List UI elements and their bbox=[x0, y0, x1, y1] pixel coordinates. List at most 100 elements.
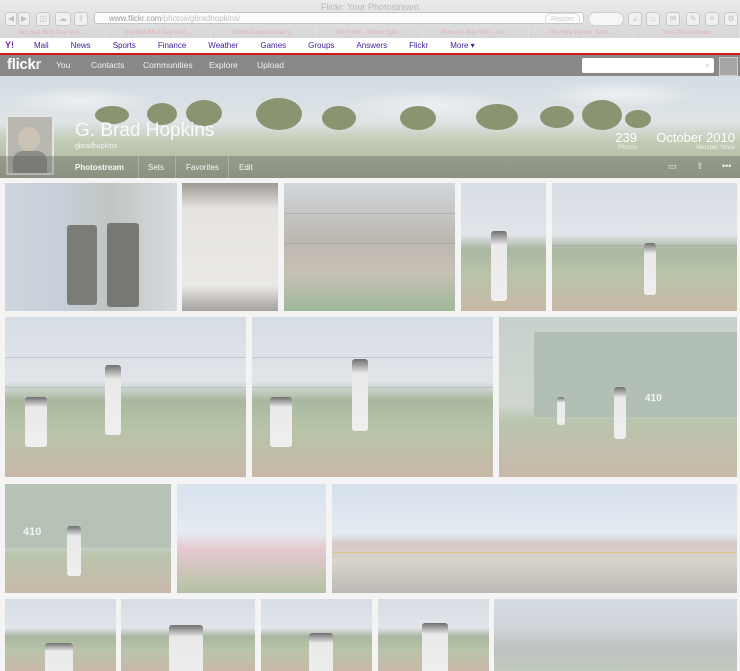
flickr-logo[interactable]: flickr bbox=[7, 56, 41, 73]
browser-search-field[interactable] bbox=[588, 12, 624, 26]
flickr-search-input[interactable]: ⌕ bbox=[582, 58, 714, 73]
cover-tree bbox=[476, 104, 518, 130]
tab-favorites[interactable]: Favorites bbox=[186, 163, 219, 172]
yahoo-nav-games[interactable]: Games bbox=[260, 41, 286, 50]
address-bar[interactable]: www.flickr.com/photos/gbradhopkins/ Read… bbox=[94, 12, 584, 27]
cover-tree bbox=[256, 98, 302, 130]
tab-sets[interactable]: Sets bbox=[148, 163, 164, 172]
divider bbox=[175, 156, 176, 178]
nav-you[interactable]: You bbox=[56, 60, 70, 70]
yahoo-nav-groups[interactable]: Groups bbox=[308, 41, 334, 50]
orchard-photo[interactable] bbox=[177, 484, 326, 593]
more-icon[interactable]: ••• bbox=[722, 161, 731, 171]
yahoo-nav-more[interactable]: More ▾ bbox=[450, 41, 474, 50]
yahoo-nav-finance[interactable]: Finance bbox=[158, 41, 186, 50]
cover-tree bbox=[582, 100, 622, 130]
player-figure bbox=[105, 365, 121, 435]
bookmarks-icon[interactable]: ◫ bbox=[36, 12, 50, 26]
player-portrait-1[interactable] bbox=[5, 599, 116, 671]
tab[interactable]: Big Bad BBQ Day at N… bbox=[106, 28, 212, 38]
tab-active[interactable]: Your Photostream bbox=[634, 28, 740, 38]
pitcher-field-photo[interactable] bbox=[552, 183, 737, 311]
nav-communities[interactable]: Communities bbox=[143, 60, 193, 70]
tab[interactable]: Big Bad BBQ Day at N… bbox=[0, 28, 106, 38]
cloud-icon[interactable]: ☁ bbox=[55, 12, 71, 26]
flickr-logo-r: r bbox=[35, 56, 42, 73]
cover-tree bbox=[322, 106, 356, 130]
search-icon[interactable]: ⌕ bbox=[705, 60, 710, 71]
reader-button[interactable]: Reader bbox=[545, 13, 580, 27]
tab[interactable]: Set Flickr - Yahoo! Spo… bbox=[317, 28, 423, 38]
dugout-players-photo[interactable] bbox=[284, 183, 455, 311]
yahoo-nav-items: Mail News Sports Finance Weather Games G… bbox=[34, 41, 497, 50]
yahoo-nav-news[interactable]: News bbox=[71, 41, 91, 50]
forward-icon[interactable]: ▶ bbox=[18, 12, 30, 26]
photos-stat: 239 Photos bbox=[600, 130, 637, 152]
player-figure bbox=[352, 359, 368, 431]
yahoo-nav-bar: Y! Mail News Sports Finance Weather Game… bbox=[0, 38, 740, 55]
photos-count: 239 bbox=[615, 130, 637, 145]
slideshow-icon[interactable]: ▭ bbox=[668, 161, 677, 172]
tab-edit[interactable]: Edit bbox=[239, 163, 253, 172]
player-figure bbox=[557, 397, 565, 425]
nav-contacts[interactable]: Contacts bbox=[91, 60, 125, 70]
yahoo-nav-weather[interactable]: Weather bbox=[208, 41, 238, 50]
yahoo-nav-mail[interactable]: Mail bbox=[34, 41, 49, 50]
player-figure bbox=[491, 231, 507, 301]
outfield-wall bbox=[5, 484, 171, 548]
two-men-office-photo[interactable] bbox=[5, 183, 177, 311]
member-since-stat: October 2010 Member Since bbox=[640, 131, 735, 152]
player-figure bbox=[614, 387, 626, 439]
window-title: Flickr: Your Photostream bbox=[320, 2, 420, 12]
profile-name: G. Brad Hopkins bbox=[75, 120, 215, 141]
cover-tree bbox=[400, 106, 436, 130]
fielder-410-photo[interactable]: 410 bbox=[5, 484, 171, 593]
divider bbox=[228, 156, 229, 178]
home-icon[interactable]: ⌂ bbox=[646, 12, 660, 26]
nav-upload[interactable]: Upload bbox=[257, 60, 284, 70]
layers-icon[interactable]: ≡ bbox=[705, 12, 719, 26]
nav-explore[interactable]: Explore bbox=[209, 60, 238, 70]
fence-line bbox=[252, 387, 493, 388]
batter-catcher-photo-2[interactable] bbox=[252, 317, 493, 477]
person-figure bbox=[107, 223, 139, 307]
tab[interactable]: Sobre Cuatro Letras |… bbox=[211, 28, 318, 38]
player-portrait-2[interactable] bbox=[121, 599, 255, 671]
gear-icon[interactable]: ⚙ bbox=[724, 12, 738, 26]
player-portrait-4[interactable] bbox=[378, 599, 489, 671]
tools-icon[interactable]: ✎ bbox=[686, 12, 700, 26]
tab-bar: Big Bad BBQ Day at N… Big Bad BBQ Day at… bbox=[0, 28, 740, 38]
pitcher-closeup-photo[interactable] bbox=[461, 183, 546, 311]
stadium-stands-photo[interactable] bbox=[494, 599, 737, 671]
player-figure bbox=[169, 625, 203, 671]
paper-sheet-photo[interactable] bbox=[182, 183, 278, 311]
yahoo-nav-answers[interactable]: Answers bbox=[356, 41, 387, 50]
downloads-icon[interactable]: ⤓ bbox=[628, 12, 642, 26]
cover-tree bbox=[540, 106, 574, 128]
tab[interactable]: How Are We Flickr - Ya… bbox=[423, 28, 529, 38]
divider bbox=[138, 156, 139, 178]
batter-catcher-photo-1[interactable] bbox=[5, 317, 246, 477]
share-page-icon[interactable]: ⇪ bbox=[74, 12, 88, 26]
yahoo-logo[interactable]: Y! bbox=[5, 40, 14, 50]
profile-subnav: Photostream Sets Favorites Edit ▭ ⇪ ••• bbox=[0, 156, 740, 178]
person-figure bbox=[67, 225, 97, 305]
profile-username: gbradhopkins bbox=[75, 143, 118, 150]
yahoo-nav-sports[interactable]: Sports bbox=[113, 41, 136, 50]
cover-tree bbox=[625, 110, 651, 128]
user-avatar[interactable] bbox=[719, 57, 738, 76]
back-icon[interactable]: ◀ bbox=[5, 12, 17, 26]
yahoo-nav-flickr[interactable]: Flickr bbox=[409, 41, 428, 50]
player-portrait-3[interactable] bbox=[261, 599, 372, 671]
outfield-wall-photo[interactable]: 410 bbox=[499, 317, 737, 477]
panorama-road-photo[interactable] bbox=[332, 484, 737, 593]
tab-photostream[interactable]: Photostream bbox=[75, 163, 124, 172]
fence-line bbox=[5, 387, 246, 388]
wall-sign: 410 bbox=[23, 526, 42, 538]
member-since-label: Member Since bbox=[696, 145, 735, 151]
tab[interactable]: The Help Forum: Sets… bbox=[529, 28, 635, 38]
url-domain: www.flickr.com bbox=[109, 14, 162, 23]
extension-icon[interactable]: ✉ bbox=[666, 12, 680, 26]
share-icon[interactable]: ⇪ bbox=[696, 161, 704, 172]
fence-line bbox=[5, 357, 246, 358]
